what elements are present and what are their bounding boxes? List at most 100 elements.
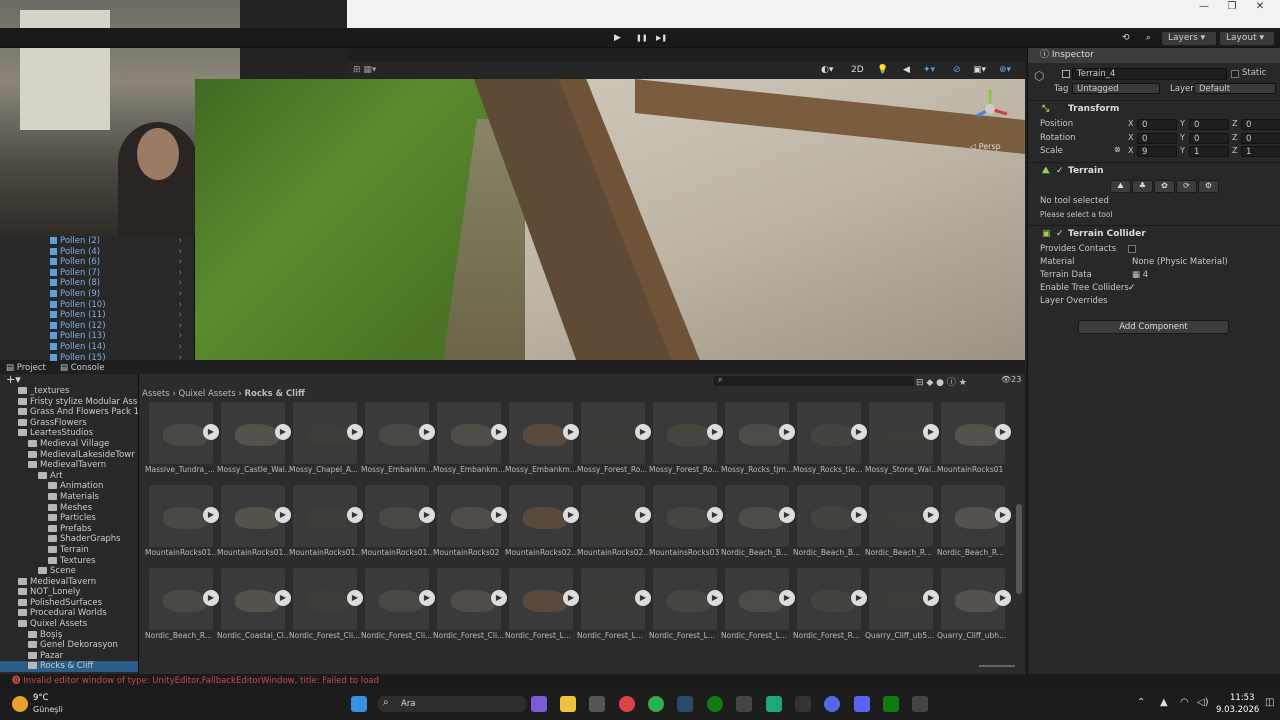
asset-tile[interactable]: ▶ Mossy_Forest_Ro... xyxy=(649,402,723,482)
shading-icon[interactable]: ◐▾ xyxy=(821,64,833,77)
project-folder[interactable]: MedievalTavern xyxy=(0,460,138,471)
static-checkbox[interactable] xyxy=(1231,70,1239,78)
hierarchy-item[interactable]: Pollen (4) › xyxy=(0,247,194,258)
asset-tile[interactable]: ▶ Nordic_Beach_R... xyxy=(145,568,219,648)
project-folder[interactable]: ShaderGraphs xyxy=(0,534,138,545)
asset-tile[interactable]: ▶ MountainRocks01 xyxy=(937,402,1011,482)
maximize-icon[interactable]: ❐ xyxy=(1218,0,1246,14)
chevron-right-icon[interactable]: › xyxy=(179,300,182,311)
hierarchy-item[interactable]: Pollen (2) › xyxy=(0,236,194,247)
asset-tile[interactable]: ▶ Nordic_Beach_B... xyxy=(793,485,867,565)
chrome-icon[interactable] xyxy=(619,696,635,712)
project-folder[interactable]: GrassFlowers xyxy=(0,418,138,429)
project-folder[interactable]: Procedural Worlds xyxy=(0,608,138,619)
project-folder[interactable]: _textures xyxy=(0,386,138,397)
scale-x-field[interactable]: 9 xyxy=(1137,146,1177,157)
hierarchy-item[interactable]: Pollen (14) › xyxy=(0,342,194,353)
asset-tile[interactable]: ▶ Mossy_Rocks_tjm... xyxy=(721,402,795,482)
rotation-z-field[interactable]: 0 xyxy=(1241,132,1280,144)
asset-tile[interactable]: ▶ Quarry_Cliff_ubh... xyxy=(937,568,1011,648)
asset-tile[interactable]: ▶ Nordic_Forest_L... xyxy=(505,568,579,648)
paint-details-tool[interactable]: ✿ xyxy=(1154,180,1175,193)
play-icon[interactable]: ▶ xyxy=(995,590,1011,606)
add-component-button[interactable]: Add Component xyxy=(1078,320,1229,334)
scale-z-field[interactable]: 1 xyxy=(1241,146,1280,157)
asset-tile[interactable]: ▶ MountainRocks01... xyxy=(217,485,291,565)
breadcrumb-assets[interactable]: Assets xyxy=(142,389,170,399)
persp-label[interactable]: ◁ Persp xyxy=(970,142,1001,151)
position-x-field[interactable]: 0 xyxy=(1137,119,1177,130)
project-folder[interactable]: NOT_Lonely xyxy=(0,587,138,598)
object-name-field[interactable]: Terrain_4 xyxy=(1072,68,1227,80)
weather-desc[interactable]: Güneşli xyxy=(33,705,63,714)
project-folder[interactable]: Terrain xyxy=(0,545,138,556)
chevron-right-icon[interactable]: › xyxy=(179,310,182,321)
copilot-icon[interactable] xyxy=(531,696,547,712)
project-folder[interactable]: Prefabs xyxy=(0,524,138,535)
paint-trees-tool[interactable]: ♣ xyxy=(1132,180,1153,193)
steam-icon[interactable] xyxy=(677,696,693,712)
asset-tile[interactable]: ▶ Mossy_Castle_Wal... xyxy=(217,402,291,482)
scene-view[interactable] xyxy=(195,79,1025,360)
weather-temp[interactable]: 9°C xyxy=(33,693,49,703)
project-folder[interactable]: Medieval Village xyxy=(0,439,138,450)
breadcrumb-quixel[interactable]: Quixel Assets xyxy=(178,389,235,399)
notifications-icon[interactable]: ◫ xyxy=(1265,697,1274,708)
chevron-right-icon[interactable]: › xyxy=(179,321,182,332)
transform-header[interactable]: ⤡ Transform xyxy=(1028,100,1280,116)
project-folder[interactable]: LeartesStudios xyxy=(0,428,138,439)
filter-type-icon[interactable]: ⊟ ◆ ● ⓘ ★ xyxy=(916,375,967,388)
camera-icon[interactable]: ▣▾ xyxy=(973,64,986,77)
chevron-right-icon[interactable]: › xyxy=(179,268,182,279)
audio-icon[interactable]: ◀ xyxy=(903,64,910,77)
asset-tile[interactable]: ▶ Nordic_Beach_R... xyxy=(865,485,939,565)
layer-overrides-label[interactable]: Layer Overrides xyxy=(1040,295,1108,308)
weather-icon[interactable] xyxy=(12,696,28,712)
enable-tree-colliders-checkbox[interactable]: ✓ xyxy=(1128,283,1136,293)
hierarchy-item[interactable]: Pollen (6) › xyxy=(0,257,194,268)
asset-tile[interactable]: ▶ Nordic_Forest_L... xyxy=(577,568,651,648)
orientation-gizmo[interactable]: ◁ Persp xyxy=(965,84,1015,154)
terrain-data-field[interactable]: ▦ 4 xyxy=(1128,270,1268,281)
add-asset-button[interactable]: +▾ xyxy=(6,373,21,386)
neighbor-tool[interactable]: ⟳ xyxy=(1176,180,1197,193)
chevron-right-icon[interactable]: › xyxy=(179,289,182,300)
asset-tile[interactable]: ▶ Nordic_Forest_R... xyxy=(793,568,867,648)
layout-dropdown[interactable]: Layout ▾ xyxy=(1220,32,1274,45)
tab-console[interactable]: ▤ Console xyxy=(60,362,104,374)
tab-inspector[interactable]: ⓘ Inspector xyxy=(1028,48,1280,63)
asset-tile[interactable]: ▶ Mossy_Stone_Wal... xyxy=(865,402,939,482)
start-icon[interactable] xyxy=(351,696,367,712)
tray-app-icon[interactable]: ▲ xyxy=(1160,697,1168,708)
unity-icon[interactable] xyxy=(912,696,928,712)
project-folder[interactable]: Rocks & Cliff xyxy=(0,661,138,673)
hierarchy-item[interactable]: Pollen (11) › xyxy=(0,310,194,321)
asset-tile[interactable]: ▶ Mossy_Rocks_tie... xyxy=(793,402,867,482)
visibility-icon[interactable]: ⊘ xyxy=(953,64,961,77)
2d-toggle[interactable]: 2D xyxy=(851,64,864,77)
project-folder[interactable]: Textures xyxy=(0,556,138,567)
raise-terrain-tool[interactable]: ⛰ xyxy=(1110,180,1131,193)
active-checkbox[interactable] xyxy=(1062,70,1070,78)
layers-dropdown[interactable]: Layers ▾ xyxy=(1162,32,1216,45)
unity-hub-icon[interactable] xyxy=(736,696,752,712)
project-scrollbar[interactable] xyxy=(1016,504,1022,594)
play-icon[interactable]: ▶ xyxy=(995,507,1011,523)
project-folder[interactable]: Genel Dekorasyon xyxy=(0,640,138,651)
wifi-icon[interactable]: ◠ xyxy=(1180,697,1189,708)
hierarchy-item[interactable]: Pollen (10) › xyxy=(0,300,194,311)
taskbar-search[interactable]: ⌕ Ara xyxy=(377,696,527,712)
file-explorer-icon[interactable] xyxy=(560,696,576,712)
clock-time[interactable]: 11:53 xyxy=(1230,693,1255,703)
project-folder[interactable]: Meshes xyxy=(0,503,138,514)
history-icon[interactable]: ⟲ xyxy=(1122,32,1130,45)
asset-tile[interactable]: ▶ Nordic_Forest_L... xyxy=(721,568,795,648)
status-bar[interactable]: ⓿ Invalid editor window of type: UnityEd… xyxy=(0,674,1280,688)
asset-tile[interactable]: ▶ MountainRocks01... xyxy=(145,485,219,565)
chevron-right-icon[interactable]: › xyxy=(179,278,182,289)
position-y-field[interactable]: 0 xyxy=(1189,119,1229,130)
whatsapp-icon[interactable] xyxy=(648,696,664,712)
asset-tile[interactable]: ▶ Nordic_Forest_L... xyxy=(649,568,723,648)
discord-icon[interactable] xyxy=(824,696,840,712)
xbox-app-icon[interactable] xyxy=(883,696,899,712)
